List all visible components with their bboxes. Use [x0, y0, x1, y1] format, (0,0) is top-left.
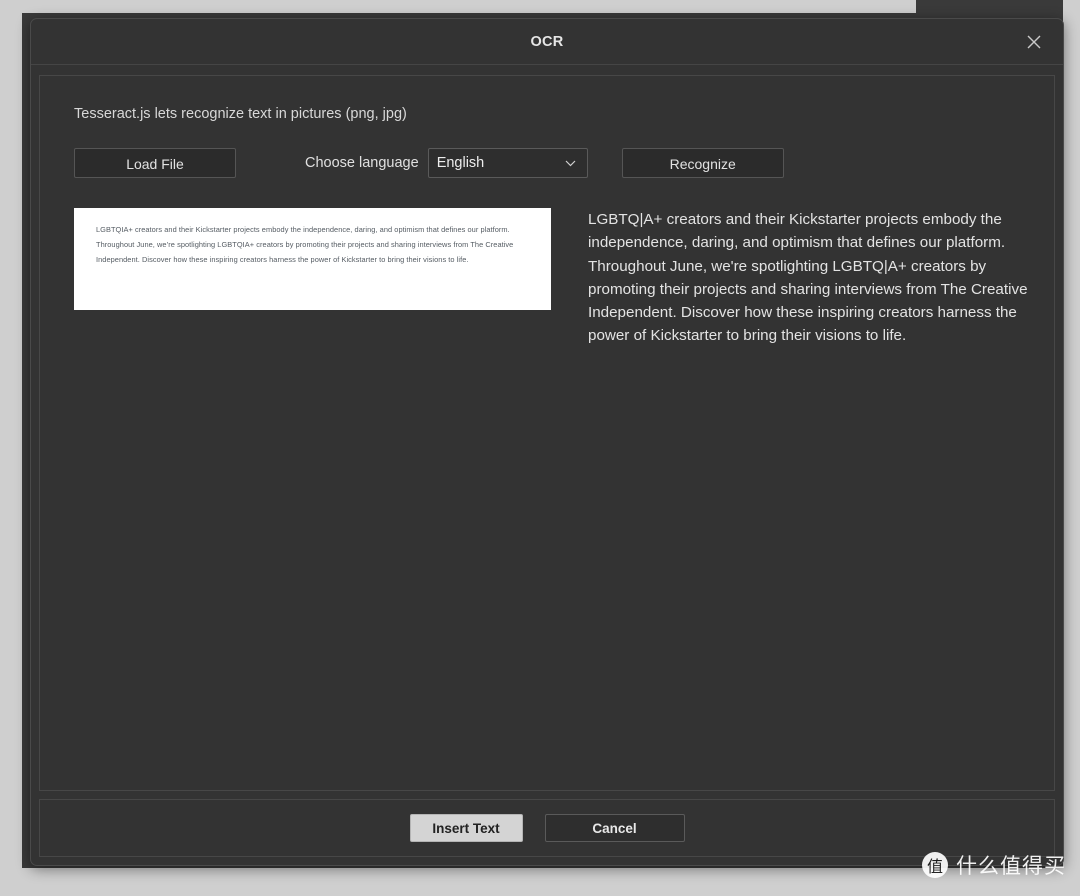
close-icon[interactable] [1021, 29, 1047, 55]
controls-row: Load File Choose language English Recogn… [74, 148, 1032, 178]
watermark-logo-icon: 值 [922, 852, 948, 878]
dialog-footer: Insert Text Cancel [39, 799, 1055, 857]
insert-text-button[interactable]: Insert Text [409, 814, 523, 842]
recognize-button[interactable]: Recognize [621, 148, 784, 178]
source-image-preview[interactable]: LGBTQIA+ creators and their Kickstarter … [74, 208, 551, 310]
results-row: LGBTQIA+ creators and their Kickstarter … [74, 208, 1032, 348]
background-light-right-column [1063, 0, 1080, 896]
watermark-text: 什么值得买 [956, 854, 1066, 878]
cancel-button[interactable]: Cancel [544, 814, 685, 842]
dialog-content-panel: Tesseract.js lets recognize text in pict… [39, 75, 1055, 791]
dialog-title: OCR [530, 33, 564, 50]
ocr-output-text[interactable]: LGBTQ|A+ creators and their Kickstarter … [588, 208, 1032, 348]
background-light-left-column [0, 0, 22, 896]
background-light-bottom-strip [0, 868, 1080, 896]
language-select-value: English [436, 155, 485, 171]
language-select[interactable]: English [427, 148, 588, 178]
watermark: 值 什么值得买 [922, 850, 1066, 880]
source-image-preview-text: LGBTQIA+ creators and their Kickstarter … [96, 225, 514, 265]
description-text: Tesseract.js lets recognize text in pict… [74, 106, 407, 122]
dialog-titlebar: OCR [31, 19, 1063, 65]
chevron-down-icon [565, 157, 577, 169]
load-file-button[interactable]: Load File [74, 148, 236, 178]
choose-language-label: Choose language [305, 155, 419, 171]
background-light-top-strip [0, 0, 916, 13]
ocr-dialog: OCR Tesseract.js lets recognize text in … [30, 18, 1064, 866]
